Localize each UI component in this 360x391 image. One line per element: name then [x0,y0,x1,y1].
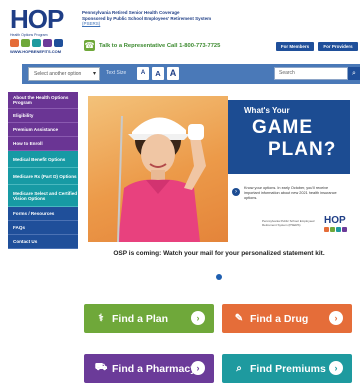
hop-logo[interactable]: HOP Health Options Program WWW.HOPBENEFI… [10,6,76,54]
text-size-medium-button[interactable]: A [152,67,164,80]
text-size-large-button[interactable]: A [167,67,179,80]
hero-small-print: Pennsylvania Public School Employees' Re… [262,219,316,227]
phone-text: Talk to a Representative Call 1-800-773-… [99,42,221,49]
find-a-drug-label: Find a Drug [250,312,309,325]
logo-cross-icon [54,39,63,47]
stethoscope-icon: ⚕ [98,313,104,324]
logo-person-icon [43,39,52,47]
sidebar-item-premium-assistance[interactable]: Premium Assistance [8,123,78,137]
utility-toolbar: Select another option ▾ Text Size A A A … [22,64,360,84]
language-select-value: Select another option [34,71,82,77]
find-premiums-button[interactable]: ⌕ Find Premiums › [222,354,352,383]
headline-line-2: GAME [252,117,313,138]
game-plan-panel: What's Your GAME PLAN? › Know your optio… [228,96,350,242]
arrow-circle-icon: › [329,311,343,325]
carousel-dot[interactable] [216,274,222,280]
sidebar-item-eligibility[interactable]: Eligibility [8,109,78,123]
golfer-illustration [117,115,206,242]
pill-icon: ✎ [234,313,244,324]
logo-url: WWW.HOPBENEFITS.COM [10,49,62,54]
arrow-circle-icon: › [191,361,205,375]
arrow-circle-icon: › [329,361,343,375]
sidebar-item-faqs[interactable]: FAQs [8,221,78,235]
hero-caption: OSP is coming: Watch your mail for your … [113,250,325,257]
hero-mini-logo: HOP [324,215,346,226]
hero-banner[interactable]: What's Your GAME PLAN? › Know your optio… [88,96,350,242]
text-size-label: Text Size [106,70,127,76]
find-a-plan-button[interactable]: ⚕ Find a Plan › [84,304,214,333]
site-header: HOP Health Options Program WWW.HOPBENEFI… [0,0,360,64]
logo-subtitle: Health Options Program [10,33,48,37]
language-select[interactable]: Select another option ▾ [28,67,100,81]
hero-mini-logo-icons [324,227,347,232]
logo-leaf-icon [21,39,30,47]
logo-heart-icon [10,39,19,47]
sidebar-item-medicare-rx[interactable]: Medicare Rx (Part D) Options [8,168,78,185]
logo-text: HOP [10,4,64,34]
find-a-pharmacy-label: Find a Pharmacy [112,362,197,375]
phone-icon: ☎ [84,40,95,51]
sidebar-item-medical-benefit[interactable]: Medical Benefit Options [8,151,78,168]
for-members-button[interactable]: For Members [276,42,314,51]
hero-description: Know your options. In early October, you… [244,186,337,200]
psers-link[interactable]: (PSERS) [82,21,242,27]
pharmacy-cart-icon: ⛟ [94,362,108,373]
sidebar-item-medicare-select[interactable]: Medicare Select and Certified Vision Opt… [8,185,78,207]
magnifier-icon: ⌕ [236,363,242,374]
headline-line-3: PLAN? [268,139,337,160]
headline-band: What's Your GAME PLAN? [228,100,350,174]
find-a-plan-label: Find a Plan [112,312,169,325]
logo-house-icon [32,39,41,47]
arrow-circle-icon: › [191,311,205,325]
sidebar-item-about[interactable]: About the Health Options Program [8,92,78,109]
logo-icons [10,39,76,47]
program-description: Pennsylvania Retired Senior Health Cover… [82,10,242,27]
golfer-photo [88,96,228,242]
sidebar-item-how-to-enroll[interactable]: How to Enroll [8,137,78,151]
search-input[interactable]: Search [274,67,348,80]
text-size-small-button[interactable]: A [137,67,149,80]
find-a-drug-button[interactable]: ✎ Find a Drug › [222,304,352,333]
arrow-right-icon: › [232,188,240,196]
chevron-down-icon: ▾ [92,71,96,77]
sidebar-item-forms[interactable]: Forms / Resources [8,207,78,221]
headline-line-1: What's Your [244,106,290,115]
search-icon[interactable]: ⌕ [348,67,360,80]
sidebar-nav: About the Health Options Program Eligibi… [8,92,78,249]
phone-contact: ☎ Talk to a Representative Call 1-800-77… [84,40,220,51]
find-premiums-label: Find Premiums [250,362,326,375]
for-providers-button[interactable]: For Providers [318,42,358,51]
sidebar-item-contact[interactable]: Contact Us [8,235,78,249]
find-a-pharmacy-button[interactable]: ⛟ Find a Pharmacy › [84,354,214,383]
